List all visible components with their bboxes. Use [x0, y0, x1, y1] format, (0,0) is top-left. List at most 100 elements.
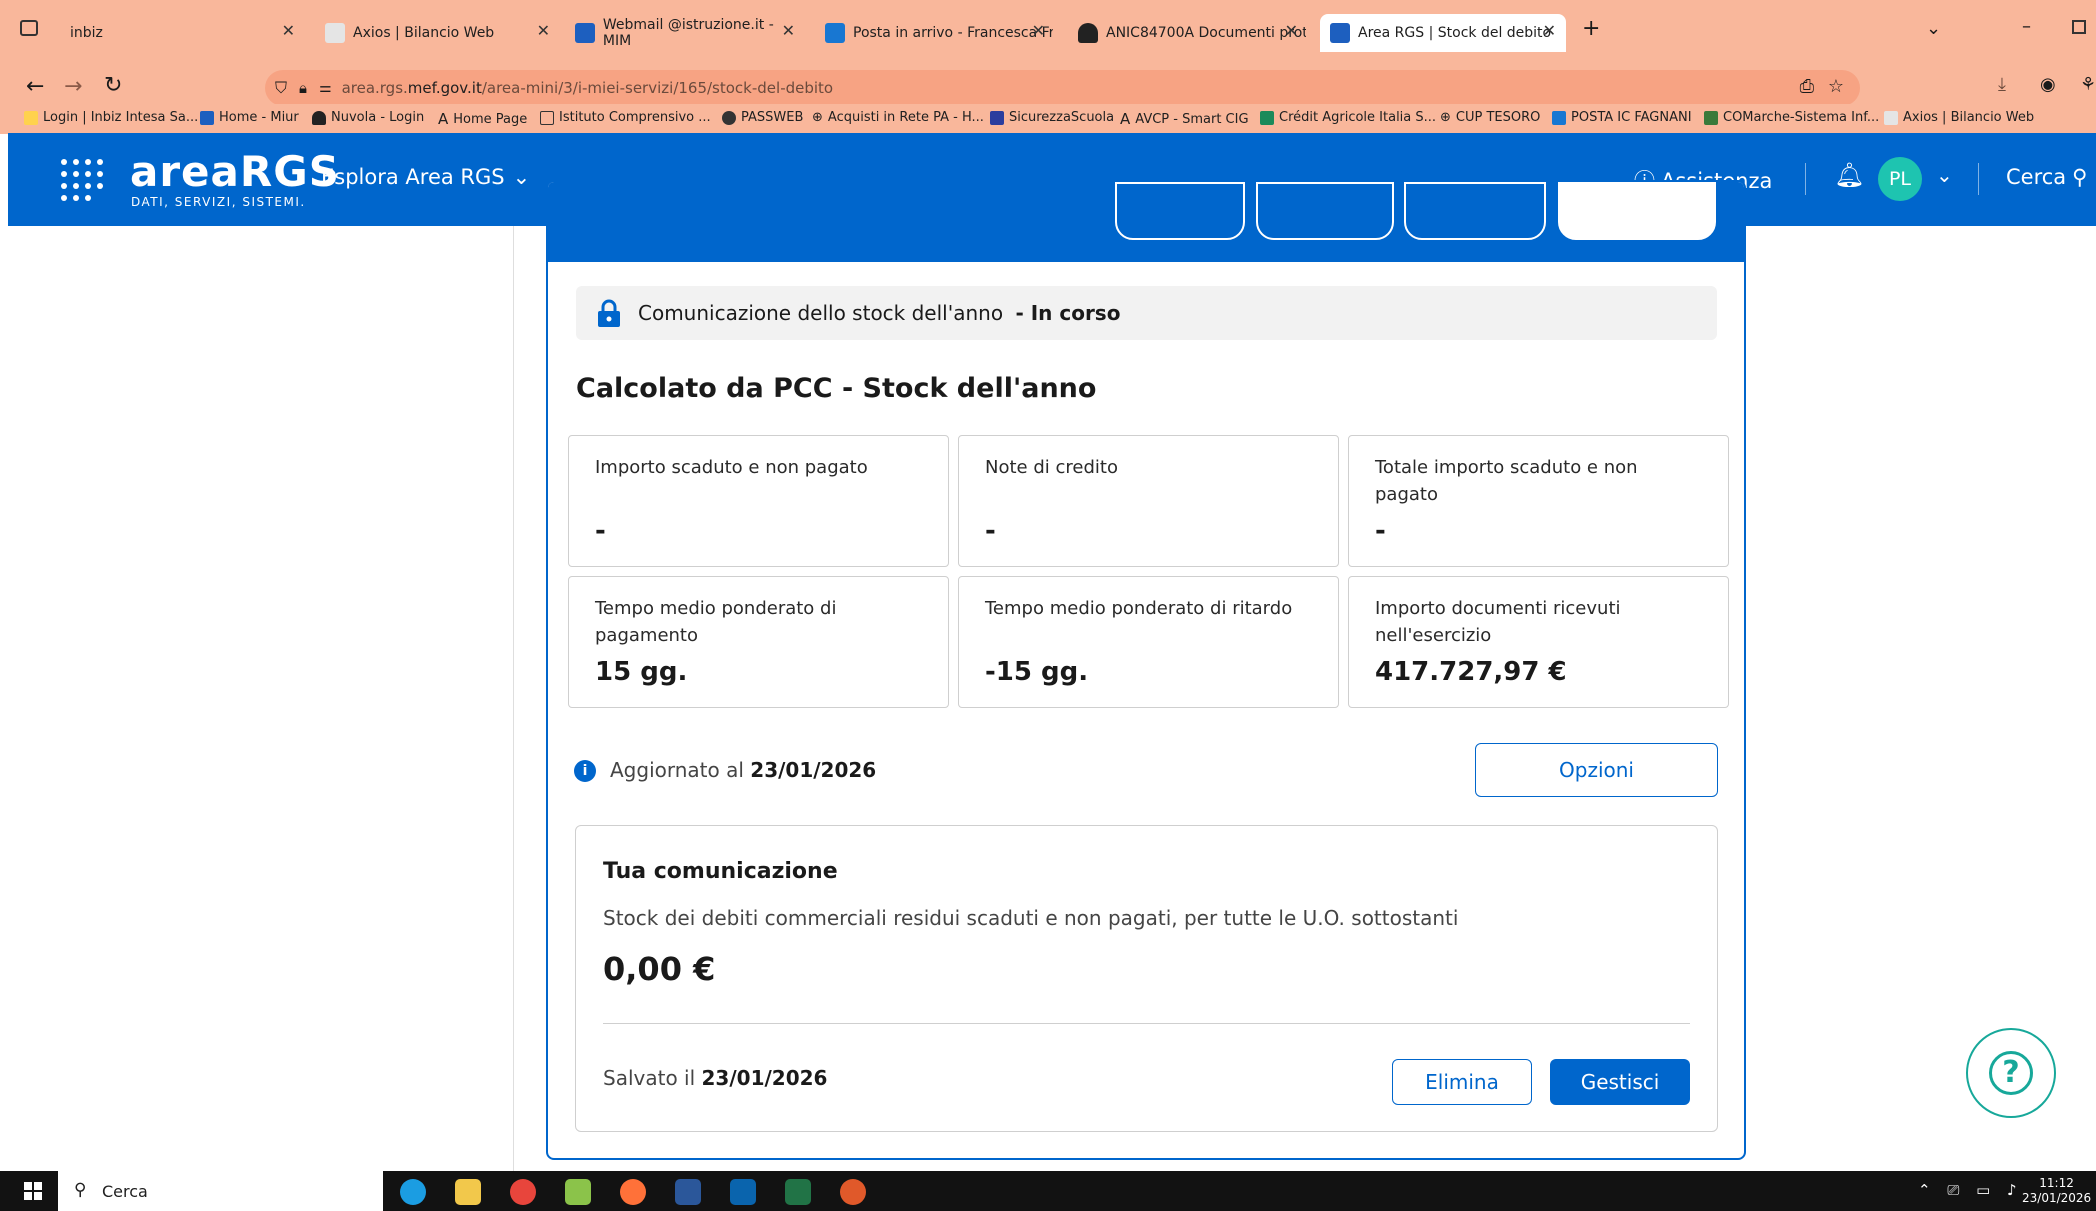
communication-title: Tua comunicazione [603, 859, 838, 884]
year-tab[interactable] [1115, 182, 1245, 240]
browser-tab-bar: inbiz ✕ Axios | Bilancio Web ✕ Webmail @is… [0, 0, 2096, 64]
translate-icon[interactable]: ⎙ [1800, 76, 1814, 97]
chevron-down-icon: ⌄ [512, 165, 531, 189]
site-logo-subtitle: DATI, SERVIZI, SISTEMI. [131, 195, 306, 209]
bookmark[interactable]: ⊕ CUP TESORO [1440, 110, 1540, 125]
word-icon[interactable] [675, 1179, 701, 1205]
outlook-icon [825, 23, 845, 43]
shield-icon: ⛉ [275, 78, 288, 97]
reload-icon[interactable]: ↻ [104, 73, 122, 98]
firefox-icon[interactable] [620, 1179, 646, 1205]
metric-value: - [1375, 516, 1386, 546]
tab-axios[interactable]: Axios | Bilancio Web ✕ [315, 14, 560, 52]
metric-value: 417.727,97 € [1375, 657, 1567, 687]
metric-value: - [985, 516, 996, 546]
year-tab[interactable] [1256, 182, 1394, 240]
bookmark[interactable]: Nuvola - Login [312, 110, 424, 125]
site-info-icon[interactable]: ⚌ [319, 80, 332, 96]
bell-icon[interactable]: 🔔︎ [1834, 161, 1864, 189]
metric-label: Tempo medio ponderato di ritardo [985, 598, 1293, 619]
cloud-icon [1078, 23, 1098, 43]
chevron-down-icon[interactable]: ⌄ [1936, 163, 1953, 187]
header-search[interactable]: Cerca ⚲ [2006, 165, 2088, 189]
star-icon[interactable]: ☆ [1828, 76, 1844, 97]
bookmark[interactable]: ⊕ Acquisti in Rete PA - H... [812, 110, 984, 125]
tab-overview-icon[interactable] [20, 20, 38, 36]
delete-button[interactable]: Elimina [1392, 1059, 1532, 1105]
close-icon[interactable]: ✕ [1285, 21, 1298, 40]
bookmark[interactable]: PASSWEB [722, 110, 803, 125]
download-icon[interactable]: ⤓ [1998, 74, 2006, 95]
bookmark[interactable]: Login | Inbiz Intesa Sa... [24, 110, 198, 125]
metric-value: - [595, 516, 606, 546]
system-tray[interactable]: ⌃ ⎚ ▭ ♪ [1918, 1181, 2023, 1199]
card-header [548, 182, 1744, 262]
a-icon: A [438, 110, 449, 128]
forward-icon[interactable]: → [64, 74, 82, 99]
communication-panel: Tua comunicazione Stock dei debiti comme… [575, 825, 1718, 1132]
a-icon: A [1120, 110, 1131, 128]
tab-webmail[interactable]: Webmail @istruzione.it - MIM ✕ [565, 14, 805, 52]
app-icon[interactable] [840, 1179, 866, 1205]
divider [603, 1023, 1690, 1024]
address-bar[interactable]: ⛉ 🔒︎ ⚌ area.rgs.mef.gov.it/area-mini/3/i… [265, 70, 1860, 106]
bookmark[interactable]: Istituto Comprensivo ... [540, 110, 711, 125]
tab-inbiz[interactable]: inbiz ✕ [60, 14, 305, 52]
menu-grid-icon[interactable] [58, 156, 106, 204]
outlook-icon[interactable] [730, 1179, 756, 1205]
bookmarks-bar: Login | Inbiz Intesa Sa... Home - Miur N… [0, 104, 2096, 134]
metric-label: Importo scaduto e non pagato [595, 457, 868, 478]
account-icon[interactable]: ◉ [2040, 74, 2056, 95]
close-icon[interactable]: ✕ [537, 21, 550, 40]
help-fab[interactable]: ? [1966, 1028, 2056, 1118]
tab-list-chevron-icon[interactable]: ⌄ [1926, 18, 1941, 39]
new-tab-icon[interactable]: + [1582, 16, 1600, 41]
excel-icon[interactable] [785, 1179, 811, 1205]
chrome-icon[interactable] [510, 1179, 536, 1205]
communication-amount: 0,00 € [603, 950, 716, 988]
metric-value: 15 gg. [595, 657, 688, 687]
divider [1978, 163, 1979, 195]
status-banner: Comunicazione dello stock dell'anno - In… [576, 286, 1717, 340]
bookmark[interactable]: SicurezzaScuola [990, 110, 1114, 125]
year-tab[interactable] [1404, 182, 1546, 240]
close-icon[interactable]: ✕ [282, 21, 295, 40]
rgs-icon [1330, 23, 1350, 43]
tab-documenti[interactable]: ANIC84700A Documenti protoc ✕ [1068, 14, 1308, 52]
bookmark[interactable]: Crédit Agricole Italia S... [1260, 110, 1436, 125]
question-icon: ? [1989, 1051, 2033, 1095]
bookmark[interactable]: COMarche-Sistema Inf... [1704, 110, 1879, 125]
updated-info: i Aggiornato al 23/01/2026 [574, 758, 876, 782]
axios-icon [325, 23, 345, 43]
clock[interactable]: 11:12 23/01/2026 [2022, 1176, 2091, 1206]
app-icon[interactable] [565, 1179, 591, 1205]
site-logo[interactable]: areaRGS [130, 147, 340, 196]
year-tab-active[interactable] [1558, 182, 1716, 240]
url-text: area.rgs.mef.gov.it/area-mini/3/i-miei-s… [341, 79, 834, 97]
close-icon[interactable]: ✕ [1543, 21, 1556, 40]
folder-icon[interactable] [455, 1179, 481, 1205]
bookmark[interactable]: A Home Page [438, 110, 527, 128]
metric-tile: Tempo medio ponderato di ritardo -15 gg. [958, 576, 1339, 708]
explore-menu[interactable]: Esplora Area RGS ⌄ [321, 165, 530, 189]
minimize-icon[interactable]: – [2022, 16, 2031, 37]
bookmark[interactable]: Axios | Bilancio Web [1884, 110, 2034, 125]
extensions-icon[interactable]: ⚘ [2080, 74, 2096, 95]
manage-button[interactable]: Gestisci [1550, 1059, 1690, 1105]
communication-description: Stock dei debiti commerciali residui sca… [603, 906, 1459, 930]
back-icon[interactable]: ← [26, 74, 44, 99]
windows-start-icon[interactable] [24, 1182, 42, 1200]
divider [1805, 163, 1806, 195]
tab-area-rgs[interactable]: Area RGS | Stock del debito ✕ [1320, 14, 1566, 52]
options-button[interactable]: Opzioni [1475, 743, 1718, 797]
edge-icon[interactable] [400, 1179, 426, 1205]
close-icon[interactable]: ✕ [1032, 21, 1045, 40]
close-icon[interactable]: ✕ [782, 21, 795, 40]
restore-icon[interactable] [2072, 20, 2086, 34]
bookmark[interactable]: POSTA IC FAGNANI [1552, 110, 1692, 125]
tab-posta[interactable]: Posta in arrivo - Francesca Frate✕ [815, 14, 1055, 52]
bookmark[interactable]: A AVCP - Smart CIG [1120, 110, 1249, 128]
avatar[interactable]: PL [1878, 157, 1922, 201]
taskbar-search[interactable]: ⚲ Cerca [58, 1171, 383, 1211]
bookmark[interactable]: Home - Miur [200, 110, 299, 125]
